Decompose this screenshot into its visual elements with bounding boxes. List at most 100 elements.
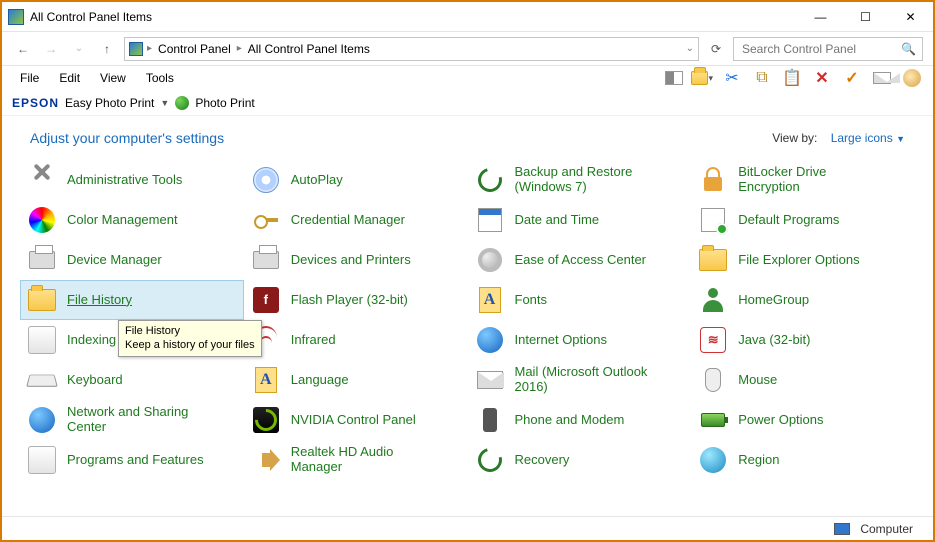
cp-item-phone-and-modem[interactable]: Phone and Modem: [468, 400, 692, 440]
epson-logo: EPSON: [12, 96, 59, 110]
cp-item-backup-and-restore-windows-7[interactable]: Backup and Restore (Windows 7): [468, 160, 692, 200]
item-label: Administrative Tools: [67, 173, 182, 188]
search-box[interactable]: 🔍: [733, 37, 923, 61]
minimize-button[interactable]: —: [798, 2, 843, 31]
search-icon[interactable]: 🔍: [901, 42, 916, 56]
clipboard-icon[interactable]: 📋: [781, 67, 803, 89]
close-button[interactable]: ✕: [888, 2, 933, 31]
item-label: BitLocker Drive Encryption: [738, 165, 883, 195]
speaker-icon: [251, 445, 281, 475]
chevron-right-icon[interactable]: ▸: [237, 43, 242, 54]
menu-edit[interactable]: Edit: [51, 69, 88, 87]
menu-tools[interactable]: Tools: [138, 69, 182, 87]
cp-item-credential-manager[interactable]: Credential Manager: [244, 200, 468, 240]
items-grid: File History Keep a history of your file…: [2, 156, 933, 516]
cp-item-mouse[interactable]: Mouse: [691, 360, 915, 400]
globe-icon: [475, 325, 505, 355]
item-label: Phone and Modem: [515, 413, 625, 428]
cp-item-ease-of-access-center[interactable]: Ease of Access Center: [468, 240, 692, 280]
app-icon: [8, 9, 24, 25]
view-options-icon[interactable]: ▾: [691, 67, 713, 89]
delete-icon[interactable]: ✕: [811, 67, 833, 89]
cp-item-java-32-bit[interactable]: ≋Java (32-bit): [691, 320, 915, 360]
cp-item-indexing-options[interactable]: Indexing O: [20, 320, 244, 360]
photo-print-icon: [175, 96, 189, 110]
search-input[interactable]: [740, 41, 890, 57]
cp-item-flash-player-32-bit[interactable]: fFlash Player (32-bit): [244, 280, 468, 320]
scissors-icon[interactable]: ✂: [721, 67, 743, 89]
refresh-button[interactable]: ⟳: [705, 38, 727, 60]
check-icon[interactable]: ✓: [841, 67, 863, 89]
epson-easy-photo-print[interactable]: Easy Photo Print: [65, 96, 154, 110]
view-by-value[interactable]: Large icons ▼: [831, 131, 905, 145]
menu-view[interactable]: View: [92, 69, 134, 87]
menu-file[interactable]: File: [12, 69, 47, 87]
cp-item-color-management[interactable]: Color Management: [20, 200, 244, 240]
chevron-right-icon[interactable]: ▸: [147, 43, 152, 54]
lock-icon: [698, 165, 728, 195]
crumb-control-panel[interactable]: Control Panel: [156, 42, 233, 56]
fonts-icon: A: [475, 285, 505, 315]
item-label: Internet Options: [515, 333, 608, 348]
cp-item-autoplay[interactable]: AutoPlay: [244, 160, 468, 200]
copy-icon[interactable]: ⧉: [751, 67, 773, 89]
address-dropdown-icon[interactable]: ⌄: [686, 43, 694, 54]
breadcrumb[interactable]: ▸ Control Panel ▸ All Control Panel Item…: [124, 37, 699, 61]
cp-item-mail-microsoft-outlook-2016[interactable]: Mail (Microsoft Outlook 2016): [468, 360, 692, 400]
view-by-value-text: Large icons: [831, 131, 893, 145]
flash-icon: f: [251, 285, 281, 315]
cp-item-programs-and-features[interactable]: Programs and Features: [20, 440, 244, 480]
fonts-icon: A: [251, 365, 281, 395]
crumb-all-items[interactable]: All Control Panel Items: [246, 42, 372, 56]
calendar-icon: [475, 205, 505, 235]
phone-icon: [475, 405, 505, 435]
cp-item-fonts[interactable]: A Fonts: [468, 280, 692, 320]
cp-item-keyboard[interactable]: Keyboard: [20, 360, 244, 400]
epson-photo-print[interactable]: Photo Print: [195, 96, 254, 110]
cp-item-bitlocker-drive-encryption[interactable]: BitLocker Drive Encryption: [691, 160, 915, 200]
gear-icon: [475, 245, 505, 275]
item-label: Color Management: [67, 213, 178, 228]
printer-icon: [27, 245, 57, 275]
item-label: Language: [291, 373, 349, 388]
cp-item-file-explorer-options[interactable]: File Explorer Options: [691, 240, 915, 280]
folder-icon: [27, 285, 57, 315]
cp-item-network-and-sharing-center[interactable]: Network and Sharing Center: [20, 400, 244, 440]
cp-item-nvidia-control-panel[interactable]: NVIDIA Control Panel: [244, 400, 468, 440]
cp-item-region[interactable]: Region: [691, 440, 915, 480]
cp-item-infrared[interactable]: Infrared: [244, 320, 468, 360]
back-button[interactable]: ←: [12, 38, 34, 60]
cp-item-device-manager[interactable]: Device Manager: [20, 240, 244, 280]
forward-button[interactable]: →: [40, 38, 62, 60]
cp-item-homegroup[interactable]: HomeGroup: [691, 280, 915, 320]
chevron-down-icon[interactable]: ▼: [160, 98, 169, 108]
item-label: Indexing O: [67, 333, 130, 348]
mail-icon[interactable]: [871, 67, 893, 89]
item-label: Mail (Microsoft Outlook 2016): [515, 365, 660, 395]
cp-item-devices-and-printers[interactable]: Devices and Printers: [244, 240, 468, 280]
maximize-button[interactable]: ☐: [843, 2, 888, 31]
item-label: File History: [67, 293, 132, 308]
cp-item-administrative-tools[interactable]: Administrative Tools: [20, 160, 244, 200]
cp-item-language[interactable]: A Language: [244, 360, 468, 400]
cp-item-realtek-hd-audio-manager[interactable]: Realtek HD Audio Manager: [244, 440, 468, 480]
shell-icon[interactable]: [901, 67, 923, 89]
colorwheel-icon: [27, 205, 57, 235]
cp-item-default-programs[interactable]: Default Programs: [691, 200, 915, 240]
item-label: Date and Time: [515, 213, 600, 228]
cp-item-date-and-time[interactable]: Date and Time: [468, 200, 692, 240]
up-button[interactable]: ↑: [96, 38, 118, 60]
control-panel-window: All Control Panel Items — ☐ ✕ ← → ⌄ ↑ ▸ …: [0, 0, 935, 542]
content-header: Adjust your computer's settings View by:…: [2, 116, 933, 156]
cp-item-power-options[interactable]: Power Options: [691, 400, 915, 440]
key-icon: [251, 205, 281, 235]
panel-icon[interactable]: [665, 71, 683, 85]
cp-item-internet-options[interactable]: Internet Options: [468, 320, 692, 360]
item-label: Recovery: [515, 453, 570, 468]
item-label: Fonts: [515, 293, 548, 308]
cp-item-file-history[interactable]: File History: [20, 280, 244, 320]
cp-item-recovery[interactable]: Recovery: [468, 440, 692, 480]
item-label: Java (32-bit): [738, 333, 810, 348]
item-label: Backup and Restore (Windows 7): [515, 165, 660, 195]
recent-dropdown[interactable]: ⌄: [68, 38, 90, 60]
